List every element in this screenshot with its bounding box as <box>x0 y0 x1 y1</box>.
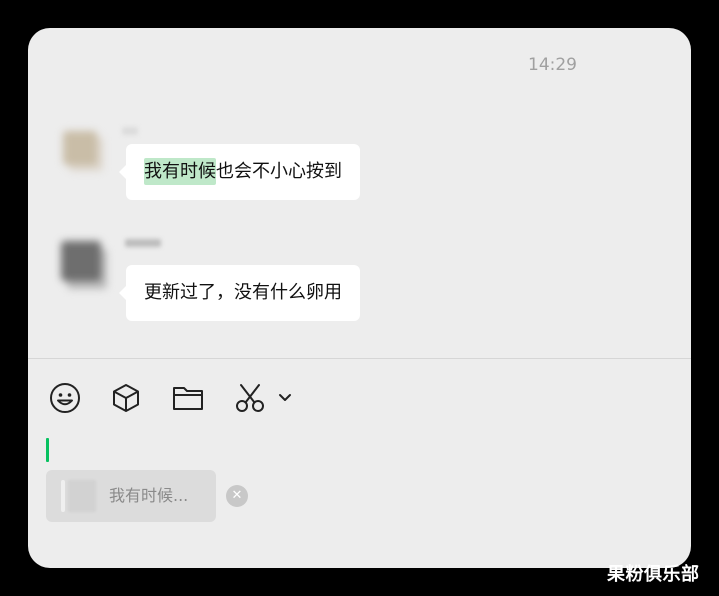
scissors-icon[interactable] <box>232 380 268 416</box>
avatar[interactable] <box>63 131 97 165</box>
message-text: 也会不小心按到 <box>216 161 342 182</box>
cube-icon[interactable] <box>108 380 144 416</box>
text-cursor[interactable] <box>46 438 49 462</box>
message-bubble[interactable]: 更新过了，没有什么卵用 <box>119 265 360 321</box>
chat-window: 14:29 我有时候也会不小心按到 更新过了，没有什么卵用 我有时候... ✕ <box>28 28 691 568</box>
quote-bar <box>61 480 65 512</box>
message-bubble[interactable]: 我有时候也会不小心按到 <box>119 144 360 200</box>
quote-text: 我有时候... <box>109 486 189 505</box>
emoji-icon[interactable] <box>47 380 83 416</box>
message-text: 更新过了，没有什么卵用 <box>144 282 342 303</box>
watermark: 果粉俱乐部 <box>607 564 700 585</box>
quote-thumbnail <box>68 480 96 512</box>
sender-name-blurred <box>125 239 161 247</box>
highlighted-text: 我有时候 <box>144 158 216 185</box>
chevron-down-icon[interactable] <box>273 380 297 416</box>
sender-name-blurred <box>122 127 138 135</box>
message-timestamp: 14:29 <box>528 55 577 75</box>
close-icon[interactable]: ✕ <box>226 485 248 507</box>
quoted-message[interactable]: 我有时候... <box>46 470 216 522</box>
input-divider <box>28 358 691 359</box>
folder-icon[interactable] <box>170 380 206 416</box>
avatar[interactable] <box>61 241 101 281</box>
